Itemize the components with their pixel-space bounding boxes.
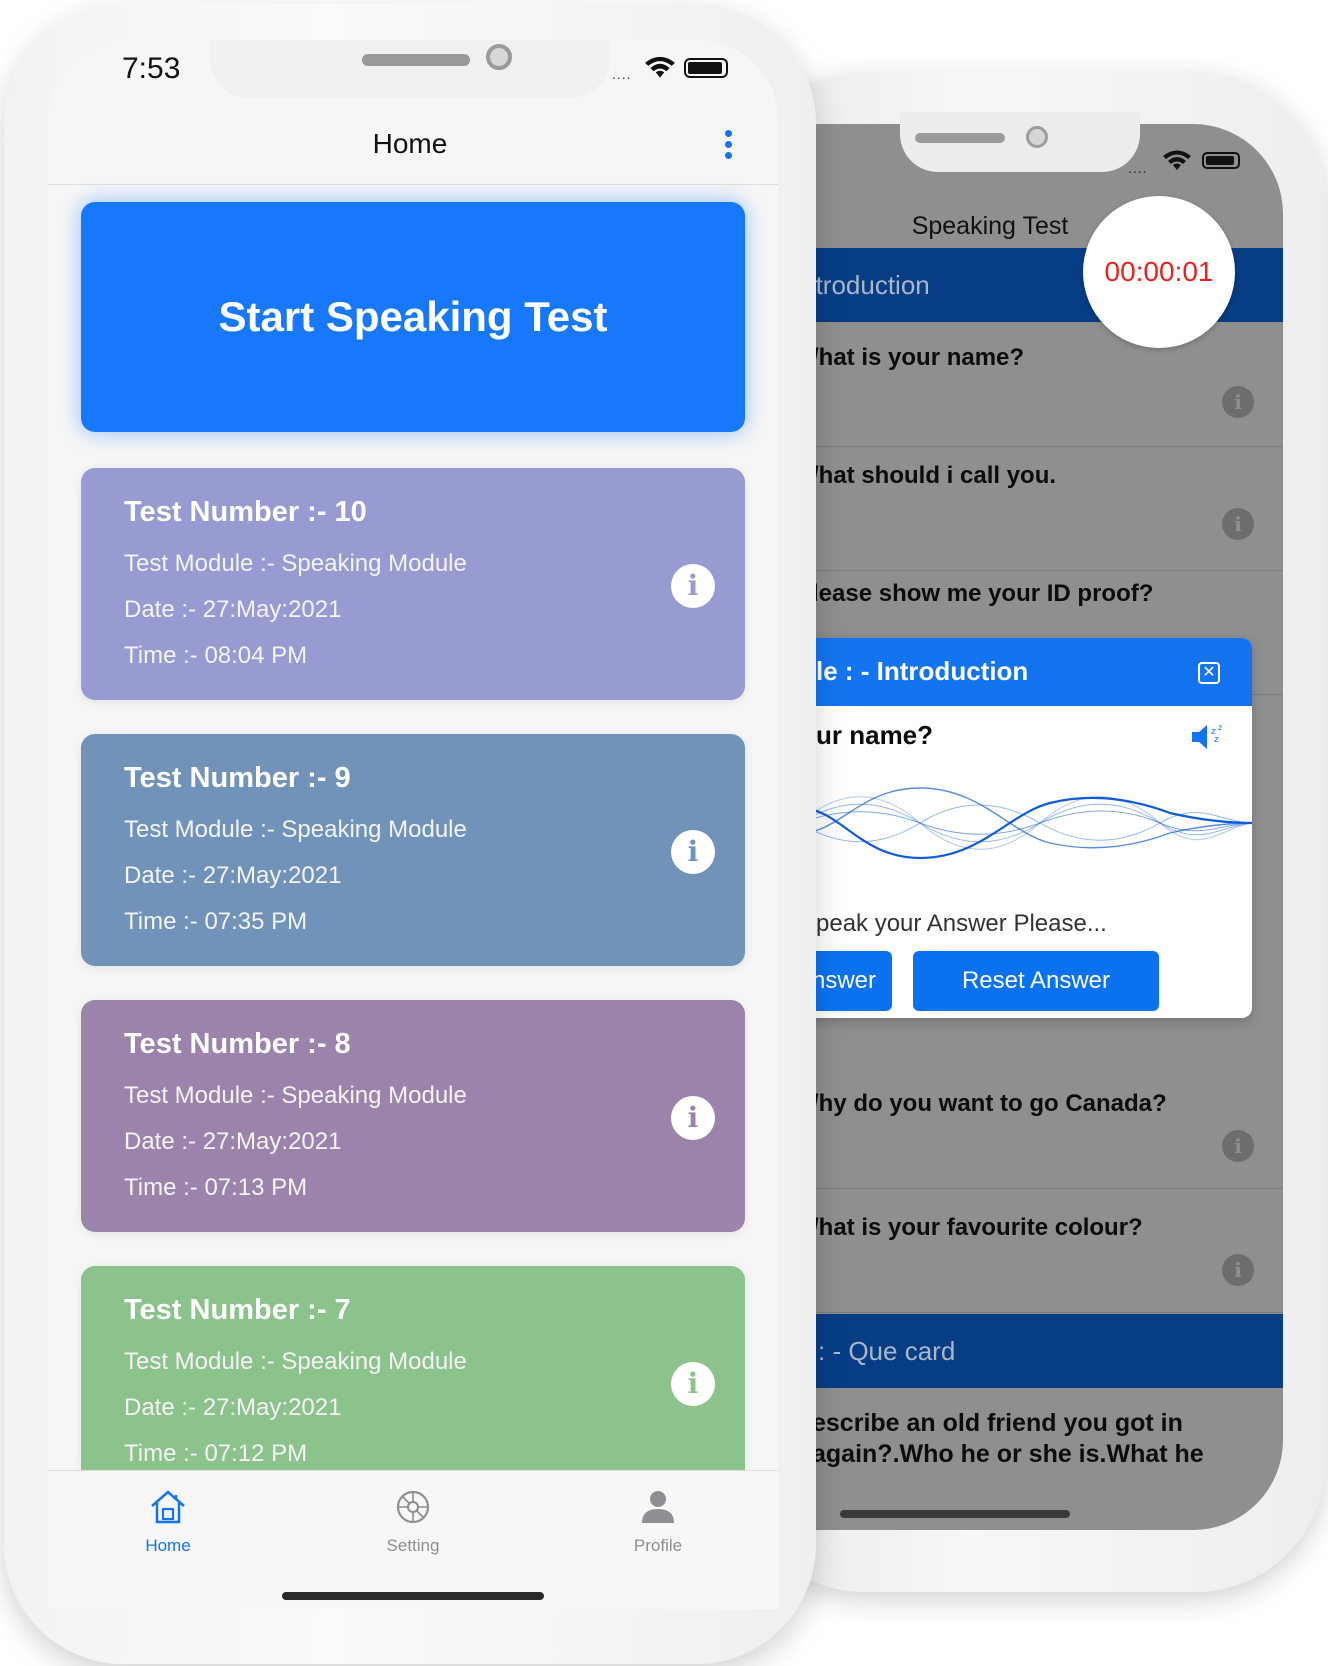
test-date: Date :- 27:May:2021	[124, 1394, 342, 1421]
test-time: Time :- 07:12 PM	[124, 1440, 308, 1467]
audio-waveform	[800, 787, 1252, 860]
wifi-icon	[1163, 150, 1191, 170]
battery-icon	[1202, 152, 1240, 169]
test-date: Date :- 27:May:2021	[124, 1128, 342, 1155]
wifi-icon	[645, 56, 675, 78]
info-icon[interactable]: i	[671, 830, 715, 874]
person-icon	[642, 1491, 674, 1523]
speaking-test-title: Speaking Test	[911, 212, 1069, 240]
info-icon[interactable]: i	[1222, 508, 1254, 540]
tab-home-label: Home	[145, 1536, 191, 1555]
info-icon[interactable]: i	[671, 1096, 715, 1140]
reset-answer-button-label: Reset Answer	[961, 967, 1111, 994]
timer-text: 00:00:01	[1104, 256, 1214, 287]
tab-bar: Home Setting Profile	[48, 1470, 778, 1609]
front-phone-camera	[486, 44, 512, 70]
back-phone-speaker	[915, 133, 1005, 143]
front-phone-notch	[210, 40, 610, 98]
test-date: Date :- 27:May:2021	[124, 862, 342, 889]
test-time: Time :- 07:13 PM	[124, 1174, 308, 1201]
back-home-indicator	[840, 1510, 1070, 1518]
test-date: Date :- 27:May:2021	[124, 596, 342, 623]
info-icon[interactable]: i	[671, 564, 715, 608]
test-time: Time :- 08:04 PM	[124, 642, 308, 669]
start-speaking-test-button[interactable]: Start Speaking Test	[81, 202, 745, 432]
test-module: Test Module :- Speaking Module	[124, 1348, 467, 1375]
nav-divider	[48, 184, 778, 185]
tab-home[interactable]: Home	[108, 1485, 228, 1556]
tab-profile[interactable]: Profile	[598, 1485, 718, 1556]
question-row[interactable]	[800, 1188, 1283, 1313]
test-card[interactable]: Test Number :- 8 Test Module :- Speaking…	[81, 1000, 745, 1232]
modal-header: le : - Introduction ✕	[800, 638, 1252, 706]
gear-icon	[396, 1490, 430, 1524]
speaker-mute-icon[interactable]: z z z	[1190, 722, 1230, 752]
tab-setting-label: Setting	[386, 1536, 440, 1555]
info-icon[interactable]: i	[1222, 1254, 1254, 1286]
reset-answer-button[interactable]: Reset Answer	[913, 951, 1159, 1011]
svg-text:z: z	[1214, 735, 1219, 745]
battery-icon	[684, 58, 728, 78]
home-icon	[151, 1490, 185, 1524]
more-vertical-icon[interactable]	[722, 130, 734, 166]
test-number: Test Number :- 7	[124, 1294, 351, 1326]
modal-question: ur name?	[816, 720, 934, 750]
question-text: /hat is your name?	[812, 344, 1025, 371]
test-card[interactable]: Test Number :- 7 Test Module :- Speaking…	[81, 1266, 745, 1470]
test-module: Test Module :- Speaking Module	[124, 1082, 467, 1109]
start-speaking-test-label: Start Speaking Test	[218, 293, 608, 340]
front-phone-speaker	[362, 54, 470, 66]
test-module: Test Module :- Speaking Module	[124, 550, 467, 577]
tab-setting[interactable]: Setting	[353, 1485, 473, 1556]
modal-hint: peak your Answer Please...	[816, 910, 1107, 937]
question-text: /hy do you want to go Canada?	[812, 1090, 1167, 1117]
test-number: Test Number :- 9	[124, 762, 351, 794]
test-time: Time :- 07:35 PM	[124, 908, 308, 935]
signal-dots: ....	[612, 66, 632, 82]
question-text: /hat should i call you.	[812, 462, 1057, 489]
question-text: /hat is your favourite colour?	[812, 1214, 1143, 1241]
question-text: lease show me your ID proof?	[812, 580, 1154, 607]
close-icon[interactable]: ✕	[1198, 662, 1220, 684]
status-time: 7:53	[122, 52, 181, 85]
question-row[interactable]	[800, 322, 1283, 447]
answer-modal: le : - Introduction ✕ ur name? z z z pea…	[800, 638, 1252, 1018]
info-icon[interactable]: i	[1222, 386, 1254, 418]
signal-dots: ....	[1128, 160, 1148, 176]
back-phone-camera	[1026, 126, 1048, 148]
modal-title: le : - Introduction	[816, 656, 1029, 686]
question-row[interactable]	[800, 1064, 1283, 1189]
info-icon[interactable]: i	[671, 1362, 715, 1406]
timer-badge: 00:00:01	[1083, 196, 1235, 348]
test-card[interactable]: Test Number :- 10 Test Module :- Speakin…	[81, 468, 745, 700]
test-module: Test Module :- Speaking Module	[124, 816, 467, 843]
section-label-que-card: : - Que card	[818, 1336, 956, 1366]
home-indicator	[282, 1592, 544, 1600]
test-number: Test Number :- 10	[124, 496, 367, 528]
test-card[interactable]: Test Number :- 9 Test Module :- Speaking…	[81, 734, 745, 966]
svg-text:z: z	[1218, 723, 1222, 732]
long-question-text: escribe an old friend you got in again?.…	[812, 1409, 1204, 1468]
test-number: Test Number :- 8	[124, 1028, 351, 1060]
tab-profile-label: Profile	[633, 1536, 683, 1555]
info-icon[interactable]: i	[1222, 1130, 1254, 1162]
page-title: Home	[372, 128, 448, 159]
